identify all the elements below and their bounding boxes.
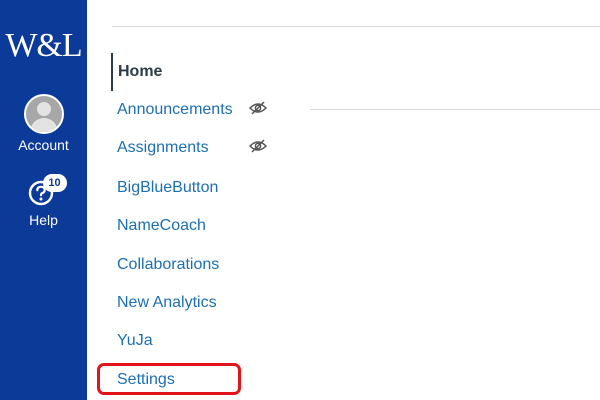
help-nav-item[interactable]: 10 Help bbox=[0, 174, 87, 229]
content-divider bbox=[310, 109, 600, 110]
course-nav-label: Assignments bbox=[117, 139, 209, 156]
course-nav-collaborations[interactable]: Collaborations bbox=[111, 246, 311, 284]
course-nav-yuja[interactable]: YuJa bbox=[111, 322, 311, 360]
course-nav-new-analytics[interactable]: New Analytics bbox=[111, 284, 311, 322]
course-nav-home[interactable]: Home bbox=[111, 53, 311, 91]
course-nav-settings[interactable]: Settings bbox=[111, 361, 311, 399]
course-nav-announcements[interactable]: Announcements bbox=[111, 91, 311, 129]
help-badge-count: 10 bbox=[42, 174, 67, 192]
course-nav-label: New Analytics bbox=[117, 294, 217, 311]
avatar-icon bbox=[23, 94, 64, 134]
course-nav-label: Announcements bbox=[117, 101, 233, 118]
course-nav-label: YuJa bbox=[117, 332, 153, 349]
eye-slash-icon[interactable] bbox=[248, 138, 268, 154]
course-nav-label: BigBlueButton bbox=[117, 179, 219, 196]
global-navigation: W&L Account 10 Help bbox=[0, 0, 87, 400]
account-nav-item[interactable]: Account bbox=[0, 94, 87, 154]
course-nav-label: NameCoach bbox=[117, 217, 206, 234]
course-nav-label: Settings bbox=[117, 371, 175, 388]
school-logo[interactable]: W&L bbox=[0, 26, 87, 66]
help-label: Help bbox=[29, 212, 58, 228]
header-divider bbox=[112, 26, 600, 27]
course-nav-label: Collaborations bbox=[117, 256, 220, 273]
help-icon: 10 bbox=[26, 174, 67, 206]
eye-slash-icon[interactable] bbox=[248, 100, 268, 116]
course-nav-bigbluebutton[interactable]: BigBlueButton bbox=[111, 169, 311, 207]
course-nav-label: Home bbox=[118, 63, 163, 80]
course-nav-namecoach[interactable]: NameCoach bbox=[111, 207, 311, 245]
account-label: Account bbox=[18, 137, 69, 153]
course-nav-assignments[interactable]: Assignments bbox=[111, 129, 311, 167]
